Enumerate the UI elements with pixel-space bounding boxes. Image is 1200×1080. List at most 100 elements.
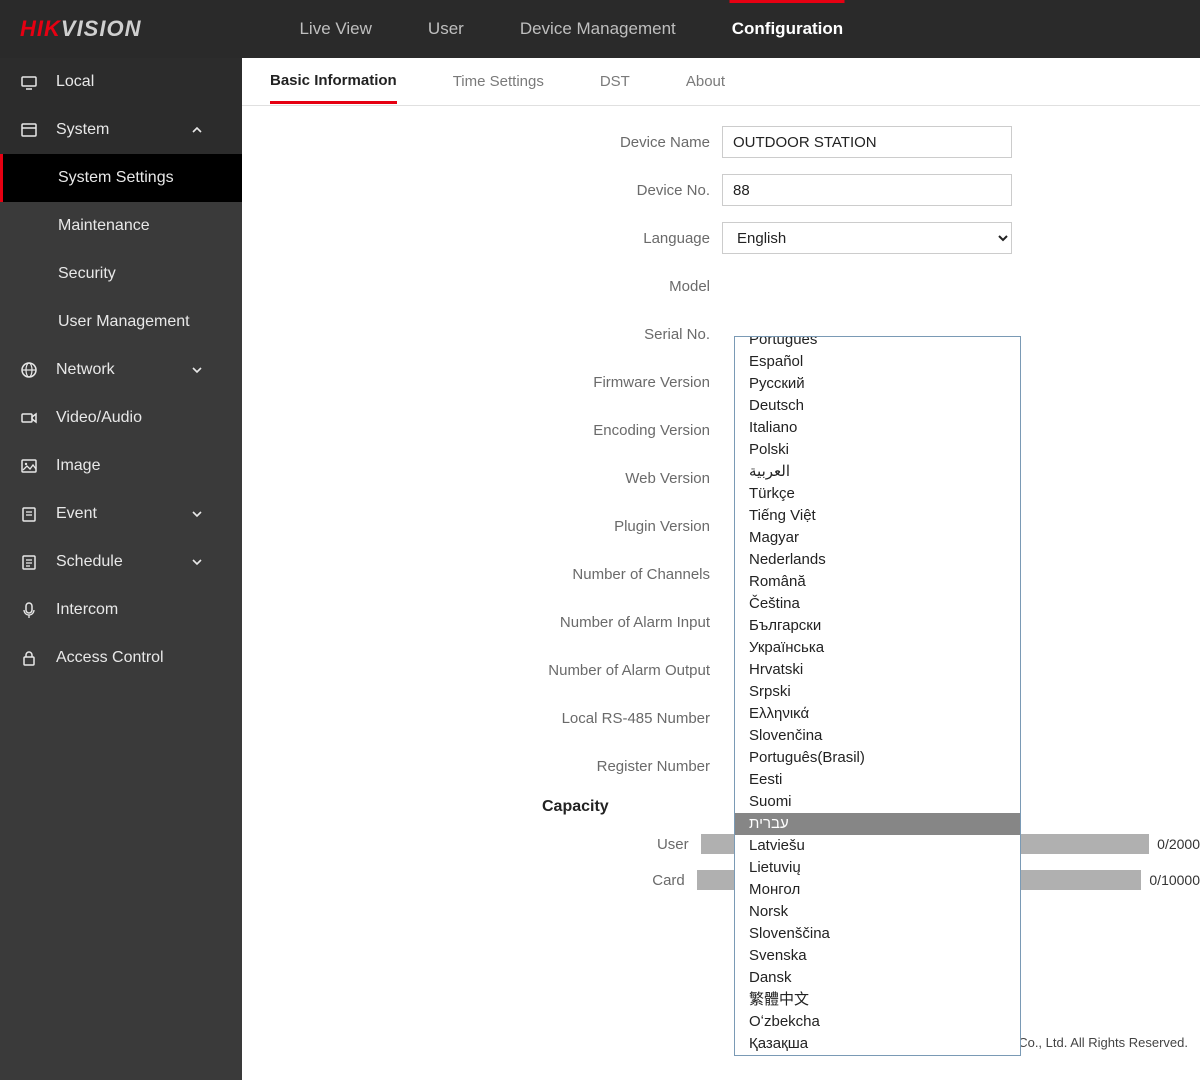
row-serial-no-: Serial No. xyxy=(242,318,1200,350)
sidebar-item-system[interactable]: System xyxy=(0,106,242,154)
capacity-label-user: User xyxy=(242,836,701,853)
capacity-row-user: User0/2000 xyxy=(242,834,1200,854)
language-option[interactable]: Українська xyxy=(735,637,1020,659)
top-nav-live-view[interactable]: Live View xyxy=(271,0,399,58)
row-device-name: Device Name xyxy=(242,126,1200,158)
language-option[interactable]: Deutsch xyxy=(735,395,1020,417)
sidebar-label: Local xyxy=(56,73,94,91)
language-option[interactable]: Ελληνικά xyxy=(735,703,1020,725)
language-option[interactable]: Magyar xyxy=(735,527,1020,549)
sidebar-label: Event xyxy=(56,505,97,523)
capacity-row-card: Card 0/10000 xyxy=(242,870,1200,890)
language-option[interactable]: Eesti xyxy=(735,769,1020,791)
sidebar-label: Image xyxy=(56,457,100,475)
language-option[interactable]: Italiano xyxy=(735,417,1020,439)
language-option[interactable]: Монгол xyxy=(735,879,1020,901)
label-serial-no-: Serial No. xyxy=(242,326,722,343)
language-option[interactable]: Hrvatski xyxy=(735,659,1020,681)
capacity-label-card: Card xyxy=(242,872,697,889)
language-option[interactable]: Русский xyxy=(735,373,1020,395)
language-option[interactable]: العربية xyxy=(735,461,1020,483)
language-option[interactable]: Tiếng Việt xyxy=(735,505,1020,527)
language-option[interactable]: Polski xyxy=(735,439,1020,461)
language-option[interactable]: Português xyxy=(735,336,1020,351)
select-language[interactable]: English xyxy=(722,222,1012,254)
sidebar-label: Intercom xyxy=(56,601,118,619)
language-option[interactable]: עברית xyxy=(735,813,1020,835)
system-icon xyxy=(20,121,38,139)
sidebar-label: System xyxy=(56,121,109,139)
image-icon xyxy=(20,457,38,475)
row-device-no: Device No. xyxy=(242,174,1200,206)
capacity-value-card: 0/10000 xyxy=(1149,872,1200,888)
language-option[interactable]: Srpski xyxy=(735,681,1020,703)
sidebar-item-image[interactable]: Image xyxy=(0,442,242,490)
sidebar-sub-system-settings[interactable]: System Settings xyxy=(0,154,242,202)
language-option[interactable]: Nederlands xyxy=(735,549,1020,571)
language-option[interactable]: Português(Brasil) xyxy=(735,747,1020,769)
sub-tab-basic-information[interactable]: Basic Information xyxy=(270,60,397,104)
language-option[interactable]: Suomi xyxy=(735,791,1020,813)
sidebar-label: Access Control xyxy=(56,649,164,667)
input-device-name[interactable] xyxy=(722,126,1012,158)
language-option[interactable]: Čeština xyxy=(735,593,1020,615)
sidebar-item-video-audio[interactable]: Video/Audio xyxy=(0,394,242,442)
sidebar-item-intercom[interactable]: Intercom xyxy=(0,586,242,634)
language-option[interactable]: Български xyxy=(735,615,1020,637)
sub-tabs: Basic Information Time Settings DST About xyxy=(242,58,1200,106)
sidebar-sub-security[interactable]: Security xyxy=(0,250,242,298)
language-option[interactable]: 繁體中文 xyxy=(735,989,1020,1011)
sidebar-item-network[interactable]: Network xyxy=(0,346,242,394)
language-option[interactable]: Norsk xyxy=(735,901,1020,923)
form-area: Device Name Device No. Language English … xyxy=(242,106,1200,1080)
row-web-version: Web Version xyxy=(242,462,1200,494)
sub-tab-dst[interactable]: DST xyxy=(600,61,630,102)
row-language: Language English xyxy=(242,222,1200,254)
language-option[interactable]: Slovenščina xyxy=(735,923,1020,945)
sidebar-sub-maintenance[interactable]: Maintenance xyxy=(0,202,242,250)
chevron-up-icon xyxy=(190,123,204,137)
top-nav-user[interactable]: User xyxy=(400,0,492,58)
label-model: Model xyxy=(242,278,722,295)
language-dropdown[interactable]: EnglishFrançaisPortuguêsEspañolРусскийDe… xyxy=(734,336,1021,1056)
schedule-icon xyxy=(20,553,38,571)
label-device-no: Device No. xyxy=(242,182,722,199)
language-option[interactable]: Latviešu xyxy=(735,835,1020,857)
input-device-no[interactable] xyxy=(722,174,1012,206)
content: Basic Information Time Settings DST About D… xyxy=(242,58,1200,1080)
top-nav-device-management[interactable]: Device Management xyxy=(492,0,704,58)
active-tab-indicator xyxy=(730,0,845,3)
sidebar-label: Video/Audio xyxy=(56,409,142,427)
top-nav-configuration[interactable]: Configuration xyxy=(704,0,871,58)
label-language: Language xyxy=(242,230,722,247)
language-option[interactable]: Қазақша xyxy=(735,1033,1020,1055)
logo-hik: HIK xyxy=(20,16,61,41)
label-local-rs-485-number: Local RS-485 Number xyxy=(242,710,722,727)
sub-tab-about[interactable]: About xyxy=(686,61,725,102)
language-option[interactable]: Lietuvių xyxy=(735,857,1020,879)
sidebar-item-event[interactable]: Event xyxy=(0,490,242,538)
row-local-rs-485-number: Local RS-485 Number xyxy=(242,702,1200,734)
language-option[interactable]: Svenska xyxy=(735,945,1020,967)
network-icon xyxy=(20,361,38,379)
row-number-of-alarm-output: Number of Alarm Output xyxy=(242,654,1200,686)
row-model: Model xyxy=(242,270,1200,302)
video-audio-icon xyxy=(20,409,38,427)
language-option[interactable]: Dansk xyxy=(735,967,1020,989)
intercom-icon xyxy=(20,601,38,619)
label-number-of-alarm-input: Number of Alarm Input xyxy=(242,614,722,631)
label-firmware-version: Firmware Version xyxy=(242,374,722,391)
sidebar-item-local[interactable]: Local xyxy=(0,58,242,106)
language-option[interactable]: Română xyxy=(735,571,1020,593)
sub-tab-time-settings[interactable]: Time Settings xyxy=(453,61,544,102)
language-option[interactable]: Español xyxy=(735,351,1020,373)
sidebar-sub-user-management[interactable]: User Management xyxy=(0,298,242,346)
language-option[interactable]: Türkçe xyxy=(735,483,1020,505)
sidebar-label: Schedule xyxy=(56,553,123,571)
language-option[interactable]: Oʻzbekcha xyxy=(735,1011,1020,1033)
sidebar-item-access-control[interactable]: Access Control xyxy=(0,634,242,682)
sidebar-item-schedule[interactable]: Schedule xyxy=(0,538,242,586)
language-option[interactable]: Slovenčina xyxy=(735,725,1020,747)
label-encoding-version: Encoding Version xyxy=(242,422,722,439)
label-web-version: Web Version xyxy=(242,470,722,487)
